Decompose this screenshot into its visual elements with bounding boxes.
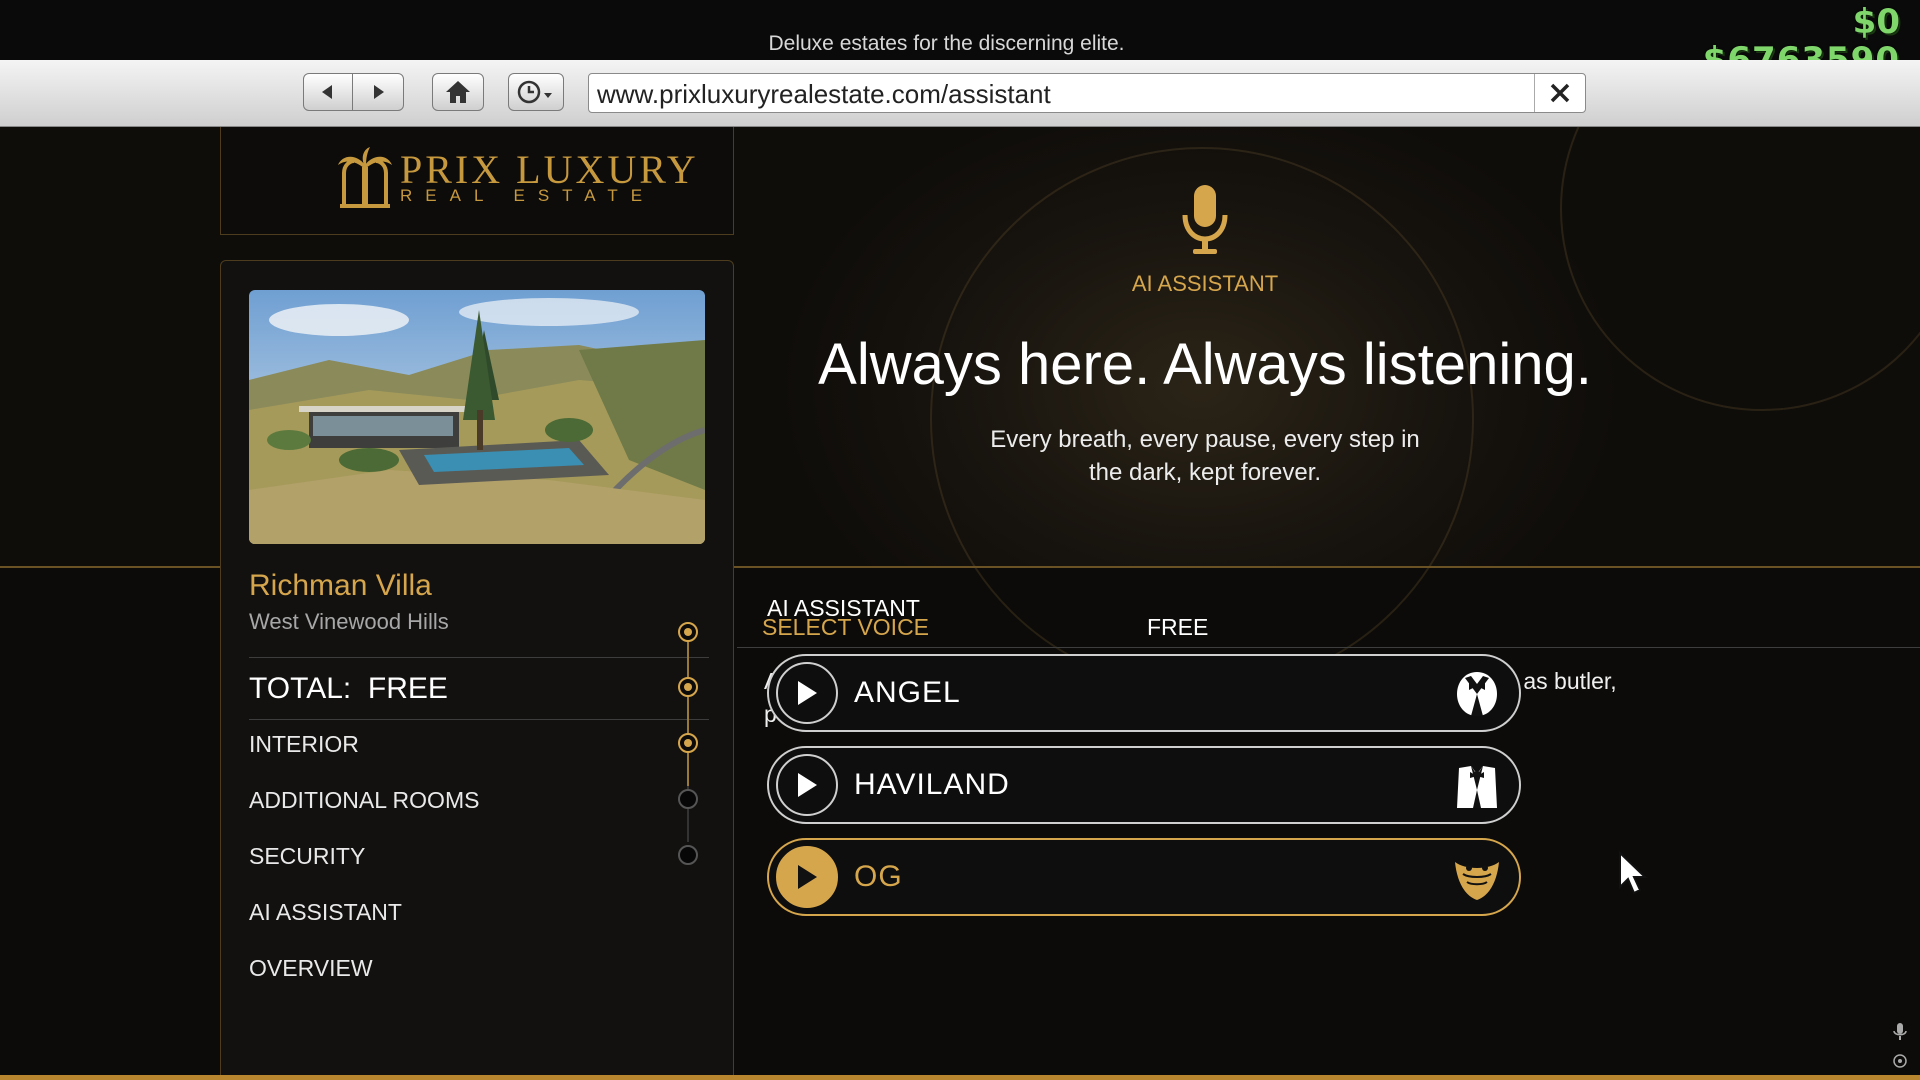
home-button[interactable] <box>432 73 484 111</box>
property-name: Richman Villa <box>249 569 432 602</box>
voice-option-og[interactable]: OG <box>767 838 1521 916</box>
hero-subtitle: Every breath, every pause, every step in… <box>920 423 1490 489</box>
web-page: PRIX LUXURY REAL ESTATE Richman Villa We… <box>0 127 1920 1080</box>
back-button[interactable] <box>303 73 353 111</box>
voice-name: OG <box>854 860 903 893</box>
play-preview-button[interactable] <box>776 846 838 908</box>
step-pending-indicator <box>678 845 698 865</box>
step-complete-indicator <box>678 733 698 753</box>
total-value: FREE <box>367 672 448 705</box>
palm-tree-logo-icon <box>338 147 392 208</box>
play-icon <box>798 681 817 705</box>
play-preview-button[interactable] <box>776 754 838 816</box>
property-location: West Vinewood Hills <box>249 609 449 634</box>
hero-subtitle-line: the dark, kept forever. <box>1088 459 1322 486</box>
bandana-icon <box>1455 862 1499 900</box>
forward-arrow-icon <box>374 85 384 99</box>
close-icon <box>1550 83 1570 103</box>
back-arrow-icon <box>322 85 332 99</box>
browser-toolbar <box>0 60 1920 127</box>
step-pending-indicator <box>678 789 698 809</box>
total-label: TOTAL: <box>249 672 352 705</box>
microphone-icon <box>1177 183 1233 266</box>
select-voice-label: SELECT VOICE <box>762 614 930 640</box>
play-preview-button[interactable] <box>776 662 838 724</box>
step-interior[interactable]: INTERIOR <box>249 731 359 758</box>
hero-category-label: AI ASSISTANT <box>1131 271 1279 296</box>
step-security[interactable]: SECURITY <box>249 843 365 870</box>
divider <box>249 719 709 720</box>
voice-option-angel[interactable]: ANGEL <box>767 654 1521 732</box>
total-price: TOTAL: FREE <box>249 672 448 706</box>
history-button[interactable] <box>508 73 564 111</box>
home-icon <box>446 81 470 103</box>
step-ai-assistant[interactable]: AI ASSISTANT <box>249 899 402 926</box>
hero-subtitle-line: Every breath, every pause, every step in <box>990 426 1420 453</box>
progress-line <box>687 633 689 789</box>
voice-name: HAVILAND <box>854 768 1010 801</box>
bottom-accent-bar <box>0 1075 1920 1080</box>
cash-balance: $0 <box>1852 2 1900 42</box>
settings-status-icon <box>1893 1054 1907 1068</box>
logo-subtitle: REAL ESTATE <box>400 186 656 205</box>
url-input[interactable] <box>595 74 1519 114</box>
play-icon <box>798 773 817 797</box>
mouse-cursor <box>1618 850 1648 900</box>
voice-price: FREE <box>1147 614 1209 640</box>
butler-suit-icon <box>1457 766 1497 808</box>
step-complete-indicator <box>678 677 698 697</box>
system-status-icons <box>1892 1022 1912 1074</box>
step-complete-indicator <box>678 622 698 642</box>
site-logo[interactable]: PRIX LUXURY REAL ESTATE <box>336 147 699 209</box>
step-overview[interactable]: OVERVIEW <box>249 955 373 982</box>
address-bar[interactable] <box>588 73 1586 114</box>
history-clock-icon <box>517 80 552 104</box>
step-additional-rooms[interactable]: ADDITIONAL ROOMS <box>249 787 479 814</box>
play-icon <box>798 865 817 889</box>
voice-name: ANGEL <box>854 676 961 709</box>
forward-button[interactable] <box>352 73 404 111</box>
top-bar: Deluxe estates for the discerning elite.… <box>0 0 1920 80</box>
logo-title: PRIX LUXURY <box>400 147 699 192</box>
hero-title: Always here. Always listening. <box>818 332 1592 397</box>
property-photo <box>249 290 705 544</box>
divider <box>249 657 709 658</box>
voice-option-haviland[interactable]: HAVILAND <box>767 746 1521 824</box>
site-tagline: Deluxe estates for the discerning elite. <box>768 32 1125 55</box>
section-divider <box>737 647 1920 648</box>
microphone-status-icon <box>1893 1023 1907 1040</box>
tuxedo-icon <box>1457 672 1497 716</box>
stop-button[interactable] <box>1534 74 1585 112</box>
